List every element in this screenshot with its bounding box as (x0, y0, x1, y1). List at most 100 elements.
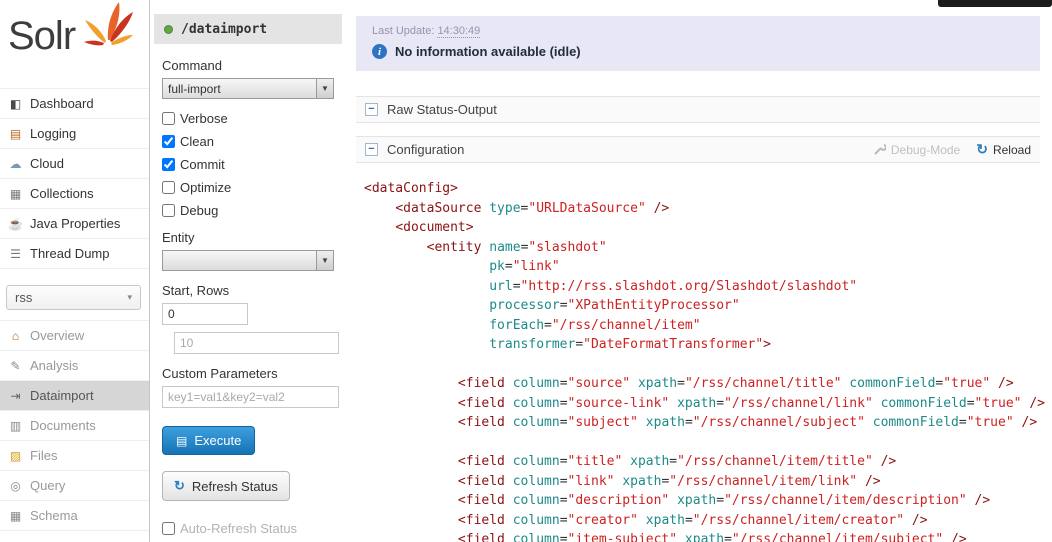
config-xml: <dataConfig> <dataSource type="URLDataSo… (364, 179, 1040, 542)
dataimport-icon (8, 389, 23, 403)
refresh-status-label: Refresh Status (192, 479, 278, 494)
reload-button[interactable]: ↻ Reload (976, 141, 1031, 158)
core-item-query[interactable]: Query (0, 471, 149, 501)
overview-icon (8, 329, 23, 343)
sidebar-item-cloud[interactable]: Cloud (0, 149, 149, 179)
main-content: Last Update: 14:30:49 i No information a… (346, 0, 1052, 542)
core-item-label: Schema (30, 508, 78, 523)
core-selector-dropdown[interactable]: rss ▾ (6, 285, 141, 310)
auto-refresh-row[interactable]: Auto-Refresh Status (162, 521, 334, 536)
refresh-status-button[interactable]: ↻ Refresh Status (162, 471, 290, 501)
sidebar-item-collections[interactable]: Collections (0, 179, 149, 209)
collections-icon (8, 187, 23, 201)
commit-checkbox[interactable] (162, 158, 175, 171)
sidebar-item-label: Cloud (30, 156, 64, 171)
collapse-icon[interactable] (365, 143, 378, 156)
start-rows-label: Start, Rows (162, 283, 334, 298)
status-info-box: Last Update: 14:30:49 i No information a… (356, 16, 1040, 71)
sidebar-item-dashboard[interactable]: Dashboard (0, 88, 149, 119)
dashboard-icon (8, 97, 23, 111)
entity-select[interactable]: ▼ (162, 250, 334, 271)
sidebar: Solr Dashboard Logging (0, 0, 150, 542)
main-menu: Dashboard Logging Cloud Collections Java… (0, 88, 149, 269)
core-item-dataimport[interactable]: Dataimport (0, 381, 149, 411)
command-select[interactable]: full-import ▼ (162, 78, 334, 99)
solr-flame-icon (83, 0, 133, 53)
core-item-overview[interactable]: Overview (0, 320, 149, 351)
core-item-schema[interactable]: Schema (0, 501, 149, 531)
solr-admin-app: Solr Dashboard Logging (0, 0, 1052, 542)
raw-status-section-header[interactable]: Raw Status-Output (356, 96, 1040, 123)
sidebar-item-java-properties[interactable]: Java Properties (0, 209, 149, 239)
clean-checkbox[interactable] (162, 135, 175, 148)
collapse-icon[interactable] (365, 103, 378, 116)
execute-button-label: Execute (194, 433, 241, 448)
checkbox-row-verbose[interactable]: Verbose (162, 111, 334, 126)
custom-parameters-label: Custom Parameters (162, 366, 334, 381)
rows-input[interactable] (174, 332, 339, 354)
checkbox-label: Clean (180, 134, 214, 149)
logging-icon (8, 127, 23, 141)
status-dot-icon (164, 25, 173, 34)
core-item-analysis[interactable]: Analysis (0, 351, 149, 381)
handler-path: /dataimport (181, 22, 267, 37)
sidebar-item-logging[interactable]: Logging (0, 119, 149, 149)
refresh-icon: ↻ (174, 478, 185, 494)
sidebar-item-label: Dashboard (30, 96, 94, 111)
execute-icon (176, 433, 187, 448)
execute-button[interactable]: Execute (162, 426, 255, 455)
custom-parameters-input[interactable] (162, 386, 339, 408)
solr-logo: Solr (0, 0, 149, 88)
debug-mode-toggle[interactable]: Debug-Mode (873, 143, 960, 157)
core-item-files[interactable]: Files (0, 441, 149, 471)
core-item-label: Documents (30, 418, 96, 433)
core-item-label: Analysis (30, 358, 78, 373)
checkbox-row-debug[interactable]: Debug (162, 203, 334, 218)
verbose-checkbox[interactable] (162, 112, 175, 125)
reload-icon: ↻ (976, 141, 988, 158)
last-update-time: 14:30:49 (437, 25, 480, 38)
debug-mode-label: Debug-Mode (891, 143, 960, 157)
schema-icon (8, 509, 23, 523)
command-label: Command (162, 58, 334, 73)
last-update-label: Last Update: (372, 25, 434, 37)
query-icon (8, 479, 23, 493)
files-icon (8, 449, 23, 463)
optimize-checkbox[interactable] (162, 181, 175, 194)
configuration-title: Configuration (387, 142, 464, 157)
last-update-line: Last Update: 14:30:49 (372, 25, 1024, 37)
auto-refresh-label: Auto-Refresh Status (180, 521, 297, 536)
entity-label: Entity (162, 230, 334, 245)
core-item-label: Query (30, 478, 65, 493)
core-menu: Overview Analysis Dataimport Documents F… (0, 320, 149, 531)
java-icon (8, 217, 23, 231)
start-input[interactable] (162, 303, 248, 325)
sidebar-item-label: Collections (30, 186, 94, 201)
documents-icon (8, 419, 23, 433)
checkbox-row-commit[interactable]: Commit (162, 157, 334, 172)
handler-header: /dataimport (154, 14, 342, 44)
configuration-section-header[interactable]: Configuration Debug-Mode ↻ Reload (356, 136, 1040, 163)
checkbox-row-optimize[interactable]: Optimize (162, 180, 334, 195)
top-right-dark-strip (938, 0, 1052, 7)
debug-checkbox[interactable] (162, 204, 175, 217)
sidebar-item-label: Thread Dump (30, 246, 109, 261)
analysis-icon (8, 359, 23, 373)
core-item-documents[interactable]: Documents (0, 411, 149, 441)
dataimport-form-panel: /dataimport Command full-import ▼ Verbos… (150, 0, 346, 542)
chevron-down-icon: ▾ (127, 292, 132, 303)
core-item-label: Files (30, 448, 57, 463)
form-body: Command full-import ▼ Verbose Clean Comm… (150, 44, 346, 536)
thread-dump-icon (8, 247, 23, 261)
checkbox-row-clean[interactable]: Clean (162, 134, 334, 149)
configuration-controls: Debug-Mode ↻ Reload (873, 141, 1031, 158)
checkbox-label: Commit (180, 157, 225, 172)
chevron-down-icon: ▼ (316, 251, 333, 270)
status-line: i No information available (idle) (372, 44, 1024, 59)
core-selector-value: rss (15, 290, 32, 305)
auto-refresh-checkbox[interactable] (162, 522, 175, 535)
info-icon: i (372, 44, 387, 59)
checkbox-label: Verbose (180, 111, 228, 126)
sidebar-item-thread-dump[interactable]: Thread Dump (0, 239, 149, 269)
solr-logo-text: Solr (8, 14, 75, 58)
